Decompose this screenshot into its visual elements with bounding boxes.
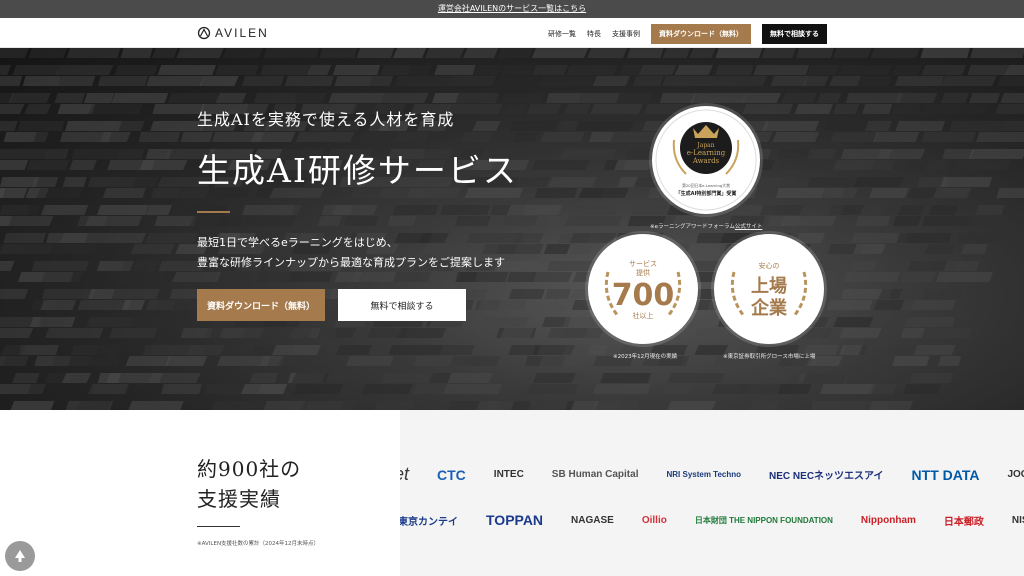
service-list-link[interactable]: 運営会社AVILENのサービス一覧はこちら (438, 4, 586, 13)
clients-title: 約900社の 支援実績 (197, 454, 301, 514)
hero-download-button[interactable]: 資料ダウンロード（無料） (197, 289, 325, 321)
award-line2: e-Learning (687, 149, 726, 157)
award-emblem: Japan e-Learning Awards 第20回日本e-Learning… (655, 109, 757, 211)
hero-desc-line2: 豊富な研修ラインナップから最適な育成プランをご提案します (197, 256, 505, 269)
hero-consult-button[interactable]: 無料で相談する (338, 289, 466, 321)
award-caption-small: 第20回日本e-Learning大賞 (682, 183, 730, 188)
clients-section: 約900社の 支援実績 ※AVILEN支援社数の累計（2024年12月末時点） … (0, 410, 1024, 576)
logo-text: AVILEN (215, 26, 269, 40)
site-header: AVILEN 研修一覧 特長 支援事例 資料ダウンロード（無料） 無料で相談する (0, 18, 1024, 48)
avilen-logo-icon (197, 26, 211, 40)
badge-listed-note: ※東京証券取引所グロース市場に上場 (723, 354, 816, 360)
clients-note: ※AVILEN支援社数の累計（2024年12月末時点） (197, 541, 320, 547)
award-note: ※eラーニングアワードフォーラム公式サイト (650, 222, 762, 230)
client-logo-ntt-data: NTT DATA (911, 466, 980, 483)
client-logos-panel: et CTC INTEC SB Human Capital NRI System Tec… (400, 410, 1024, 576)
client-logo-toppan: TOPPAN (486, 512, 544, 528)
hero-title: 生成AI研修サービス (197, 151, 518, 190)
listed-company-badge: 安心の 上場 企業 (714, 234, 824, 344)
clients-divider (197, 526, 240, 527)
award-official-site-link[interactable]: 公式サイト (735, 224, 763, 230)
avilen-logo[interactable]: AVILEN (197, 25, 269, 41)
badge-listed-top: 安心の (759, 261, 780, 270)
badge-listed-emblem: 安心の 上場 企業 (717, 237, 821, 341)
clients-title-line1: 約900社の (197, 457, 302, 481)
badge-700-number: 700 (612, 278, 675, 313)
header-download-button[interactable]: 資料ダウンロード（無料） (651, 24, 751, 44)
client-logo-jogmec: JOGMEC (1007, 469, 1024, 480)
client-logo-nissan: NISSAN (1011, 514, 1024, 526)
badge-listed-line2: 企業 (750, 297, 788, 319)
main-nav: 研修一覧 特長 支援事例 資料ダウンロード（無料） 無料で相談する (548, 24, 827, 44)
client-logo-nipponham: Nipponham (860, 514, 916, 526)
clients-title-line2: 支援実績 (197, 487, 281, 511)
client-logo-the-nippon-foundation: 日本財団 THE NIPPON FOUNDATION (694, 515, 833, 525)
client-logo-nri-system-techno: NRI System Techno (666, 470, 742, 479)
hero-divider (197, 211, 230, 213)
badge-700-note: ※2023年12月現在の実績 (613, 354, 678, 360)
nav-features[interactable]: 特長 (587, 29, 601, 39)
client-logo-et: et (400, 464, 410, 484)
client-logo-row2-6: 日本郵政 (943, 516, 984, 528)
top-notice-bar: 運営会社AVILENのサービス一覧はこちら (0, 0, 1024, 18)
award-caption: 「生成AI特別部門賞」受賞 (676, 190, 738, 197)
hero-subtitle: 生成AIを実務で使える人材を育成 (197, 110, 455, 129)
hero-section: 生成AIを実務で使える人材を育成 生成AI研修サービス 最短1日で学べるeラーニ… (0, 48, 1024, 410)
client-logos-row-2: 東京カンテイ TOPPAN NAGASE Oillio 日本財団 THE NIPPON … (400, 512, 1024, 528)
award-note-prefix: ※eラーニングアワードフォーラム (650, 224, 735, 230)
client-logos-row-1: et CTC INTEC SB Human Capital NRI System Tec… (400, 464, 1024, 485)
award-line3: Awards (692, 157, 720, 165)
hero-desc-line1: 最短1日で学べるeラーニングをはじめ、 (197, 236, 398, 249)
client-logo-oillio: Oillio (641, 514, 667, 526)
client-logo-sb-human-capital: SB Human Capital (551, 469, 639, 480)
client-logo-row2-0: 東京カンテイ (400, 516, 458, 528)
client-logo-nec-nec: NEC NECネッツエスアイ (769, 471, 884, 482)
client-logo-ctc: CTC (437, 466, 466, 483)
service-700-badge: サービス 提供 700 社以上 (588, 234, 698, 344)
hero-background-texture (0, 48, 1024, 410)
badge-700-top2: 提供 (636, 268, 650, 277)
award-line1: Japan (696, 142, 714, 149)
client-logo-intec: INTEC (493, 469, 524, 480)
badge-listed-line1: 上場 (751, 276, 787, 297)
arrow-up-icon (15, 550, 25, 562)
badge-700-emblem: サービス 提供 700 社以上 (591, 237, 695, 341)
badge-700-bottom: 社以上 (633, 311, 654, 320)
hero-description: 最短1日で学べるeラーニングをはじめ、 豊富な研修ラインナップから最適な育成プラ… (197, 233, 505, 273)
header-consult-button[interactable]: 無料で相談する (762, 24, 827, 44)
nav-case-studies[interactable]: 支援事例 (612, 29, 640, 39)
elearning-award-badge: Japan e-Learning Awards 第20回日本e-Learning… (652, 106, 760, 214)
scroll-to-top-button[interactable] (5, 541, 35, 571)
client-logo-nagase: NAGASE (571, 514, 614, 526)
nav-training-list[interactable]: 研修一覧 (548, 29, 576, 39)
badge-700-top: サービス (629, 259, 657, 268)
